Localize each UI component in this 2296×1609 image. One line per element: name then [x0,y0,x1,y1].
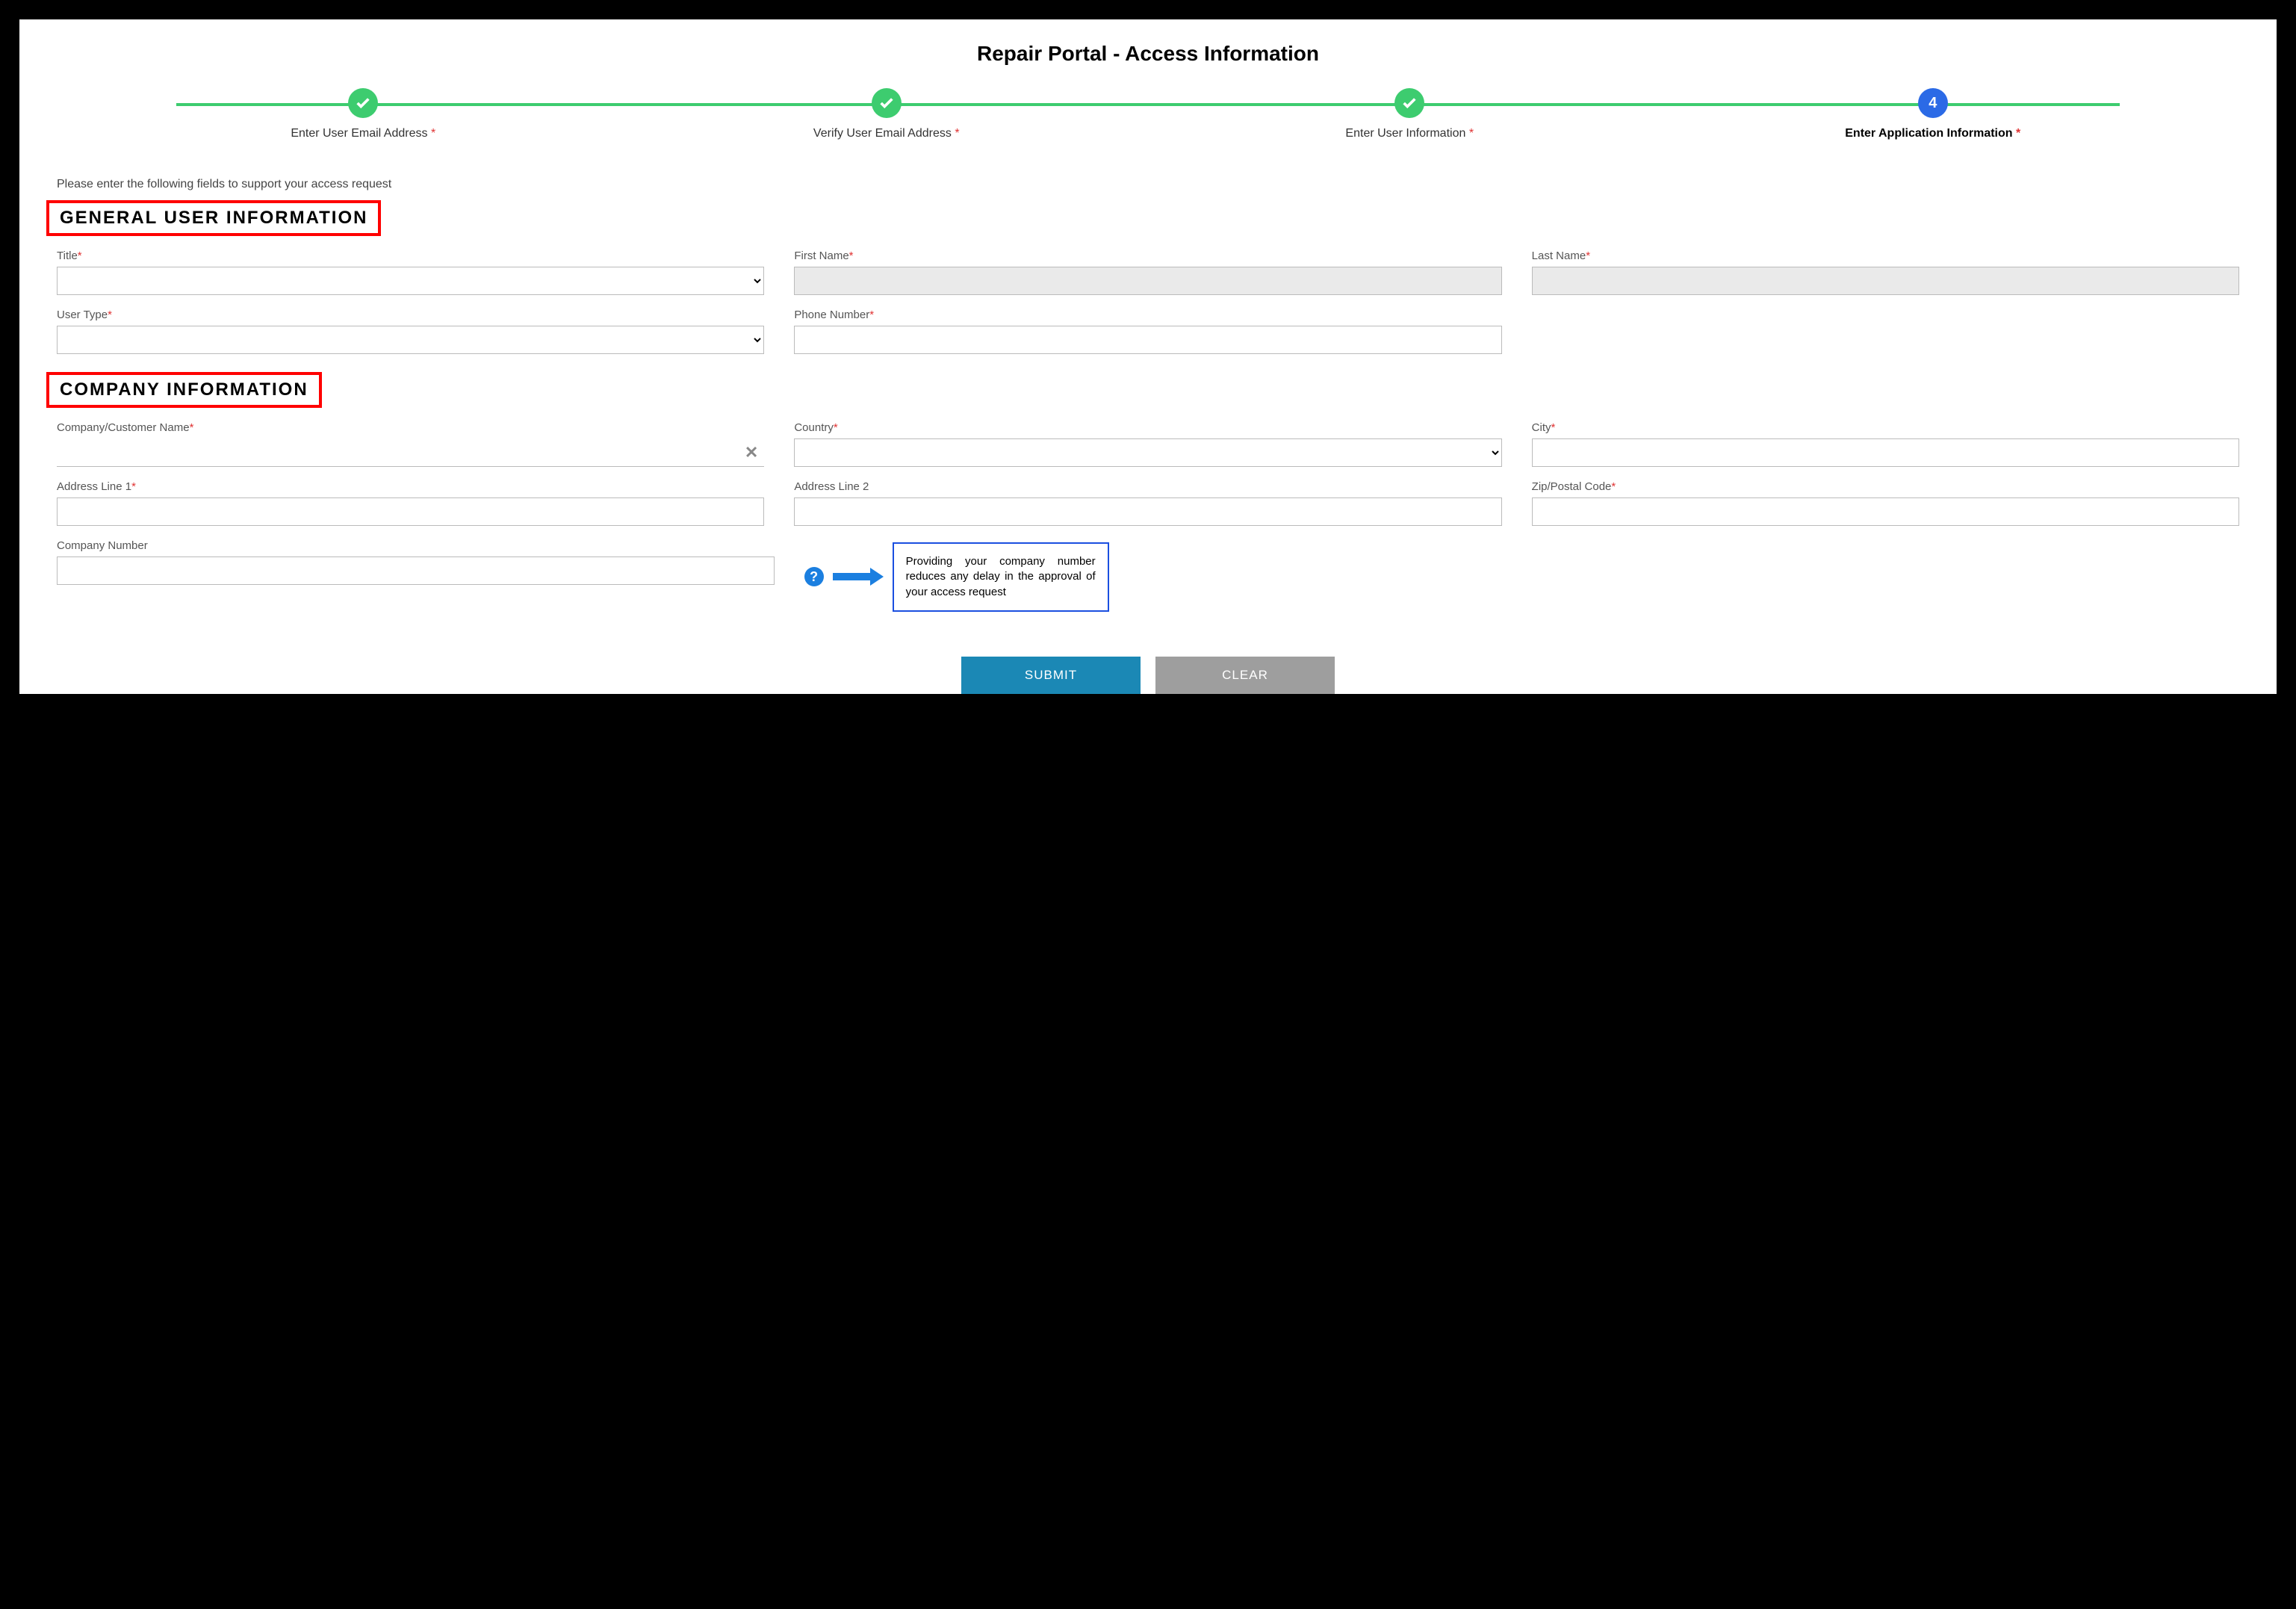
user-type-label: User Type* [57,309,764,321]
company-number-label: Company Number [57,539,775,552]
required-mark: * [2016,127,2020,140]
required-mark: * [849,249,854,262]
instruction-text: Please enter the following fields to sup… [57,178,2239,191]
company-name-label-text: Company/Customer Name [57,421,190,434]
step-4: 4 Enter Application Information * [1672,88,2195,140]
step-4-text: Enter Application Information [1845,127,2012,140]
progress-stepper: Enter User Email Address * Verify User E… [102,88,2194,140]
last-name-input[interactable] [1532,267,2239,295]
last-name-field: Last Name* [1532,249,2239,295]
clear-icon[interactable]: ✕ [739,443,764,462]
required-mark: * [1469,127,1474,140]
required-mark: * [78,249,82,262]
required-mark: * [190,421,194,434]
required-mark: * [131,480,136,493]
address2-label-text: Address Line 2 [794,480,869,493]
step-4-label: Enter Application Information * [1845,127,2020,140]
country-field: Country* [794,421,1501,467]
step-3-label: Enter User Information * [1345,127,1474,140]
check-icon [1394,88,1424,118]
zip-input[interactable] [1532,497,2239,526]
address1-input[interactable] [57,497,764,526]
country-label: Country* [794,421,1501,434]
first-name-label: First Name* [794,249,1501,262]
address1-label: Address Line 1* [57,480,764,493]
last-name-label: Last Name* [1532,249,2239,262]
required-mark: * [1551,421,1556,434]
address1-field: Address Line 1* [57,480,764,526]
user-type-label-text: User Type [57,309,108,321]
company-name-input[interactable] [57,438,739,466]
company-form-grid: Company/Customer Name* ✕ Country* City* [57,421,2239,526]
check-icon [872,88,902,118]
step-1-text: Enter User Email Address [291,127,427,140]
company-number-row-grid: Company Number ? Providing your company … [57,539,2239,612]
last-name-label-text: Last Name [1532,249,1586,262]
zip-label-text: Zip/Postal Code [1532,480,1612,493]
phone-label-text: Phone Number [794,309,869,321]
page-title: Repair Portal - Access Information [57,42,2239,66]
company-name-label: Company/Customer Name* [57,421,764,434]
required-mark: * [108,309,112,321]
title-label-text: Title [57,249,78,262]
step-2: Verify User Email Address * [625,88,1149,140]
required-mark: * [431,127,435,140]
company-name-wrap: ✕ [57,438,764,467]
step-number-icon: 4 [1918,88,1948,118]
required-mark: * [955,127,959,140]
zip-label: Zip/Postal Code* [1532,480,2239,493]
step-2-text: Verify User Email Address [813,127,952,140]
address2-field: Address Line 2 [794,480,1501,526]
required-mark: * [834,421,838,434]
clear-button[interactable]: CLEAR [1155,657,1335,694]
title-select[interactable] [57,267,764,295]
step-2-label: Verify User Email Address * [813,127,960,140]
user-type-field: User Type* [57,309,764,354]
phone-label: Phone Number* [794,309,1501,321]
first-name-label-text: First Name [794,249,848,262]
required-mark: * [1611,480,1616,493]
first-name-input[interactable] [794,267,1501,295]
address2-input[interactable] [794,497,1501,526]
company-number-label-text: Company Number [57,539,148,552]
country-select[interactable] [794,438,1501,467]
city-input[interactable] [1532,438,2239,467]
company-name-field: Company/Customer Name* ✕ [57,421,764,467]
step-3: Enter User Information * [1148,88,1672,140]
zip-field: Zip/Postal Code* [1532,480,2239,526]
button-row: SUBMIT CLEAR [57,657,2239,694]
company-number-field: Company Number [57,539,775,612]
company-number-input[interactable] [57,557,775,585]
step-1-label: Enter User Email Address * [291,127,435,140]
title-label: Title* [57,249,764,262]
first-name-field: First Name* [794,249,1501,295]
phone-field: Phone Number* [794,309,1501,354]
callout-box: Providing your company number reduces an… [893,542,1109,612]
city-label-text: City [1532,421,1551,434]
general-form-grid: Title* First Name* Last Name* User Type* [57,249,2239,354]
help-icon[interactable]: ? [804,567,824,586]
company-heading: COMPANY INFORMATION [46,372,322,408]
address1-label-text: Address Line 1 [57,480,131,493]
company-number-callout-row: ? Providing your company number reduces … [804,542,2239,612]
country-label-text: Country [794,421,834,434]
required-mark: * [1586,249,1590,262]
required-mark: * [869,309,874,321]
arrow-icon [833,568,884,586]
city-field: City* [1532,421,2239,467]
address2-label: Address Line 2 [794,480,1501,493]
user-type-select[interactable] [57,326,764,354]
title-field: Title* [57,249,764,295]
step-1: Enter User Email Address * [102,88,625,140]
check-icon [348,88,378,118]
submit-button[interactable]: SUBMIT [961,657,1141,694]
general-user-heading: GENERAL USER INFORMATION [46,200,381,236]
city-label: City* [1532,421,2239,434]
phone-input[interactable] [794,326,1501,354]
step-3-text: Enter User Information [1345,127,1465,140]
